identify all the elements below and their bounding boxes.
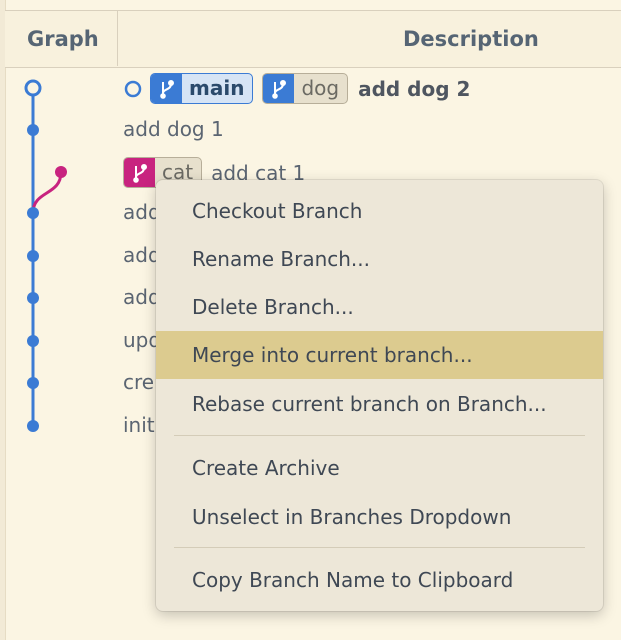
menu-item-delete-branch[interactable]: Delete Branch...: [156, 283, 603, 331]
menu-item-checkout-branch[interactable]: Checkout Branch: [156, 187, 603, 235]
branch-label: main: [189, 76, 245, 100]
commit-row[interactable]: add: [123, 285, 161, 309]
commit-message: add: [123, 200, 161, 224]
branch-context-menu: Checkout Branch Rename Branch... Delete …: [156, 180, 603, 611]
commit-message: add: [123, 285, 161, 309]
branch-icon: [124, 158, 155, 187]
commit-graph: [24, 79, 67, 432]
commit-row[interactable]: init: [123, 413, 155, 437]
commit-message: add dog 1: [123, 117, 224, 141]
menu-item-create-archive[interactable]: Create Archive: [156, 444, 603, 492]
description-column-header[interactable]: Description: [403, 11, 539, 67]
commit-node-icon[interactable]: [55, 166, 67, 178]
menu-separator: [174, 547, 585, 548]
commit-row[interactable]: add: [123, 243, 161, 267]
menu-item-merge-into-current[interactable]: Merge into current branch...: [156, 331, 603, 379]
commit-node-icon[interactable]: [24, 79, 42, 97]
commit-node-icon[interactable]: [27, 420, 39, 432]
menu-item-unselect-in-branches-dropdown[interactable]: Unselect in Branches Dropdown: [156, 493, 603, 541]
commit-node-icon[interactable]: [27, 292, 39, 304]
branch-badge-main[interactable]: main: [150, 73, 254, 104]
commit-message: init: [123, 413, 155, 437]
commit-node-icon[interactable]: [27, 124, 39, 136]
commit-row[interactable]: add: [123, 200, 161, 224]
menu-item-copy-branch-name[interactable]: Copy Branch Name to Clipboard: [156, 556, 603, 604]
commit-row[interactable]: main dog add dog 2: [123, 72, 470, 105]
commit-node-icon[interactable]: [27, 377, 39, 389]
commit-row[interactable]: cre: [123, 370, 154, 394]
menu-item-rebase-current[interactable]: Rebase current branch on Branch...: [156, 380, 603, 428]
commit-row[interactable]: add dog 1: [123, 117, 224, 141]
cat-branch-line: [31, 171, 63, 214]
commit-message: cre: [123, 370, 155, 394]
menu-separator: [174, 435, 585, 436]
commit-node-icon[interactable]: [27, 335, 39, 347]
menu-item-rename-branch[interactable]: Rename Branch...: [156, 235, 603, 283]
commit-message: add dog 2: [358, 76, 471, 101]
commit-node-icon[interactable]: [27, 207, 39, 219]
commit-message: add: [123, 243, 161, 267]
branch-icon: [151, 74, 182, 103]
head-commit-icon: [124, 80, 142, 97]
commit-node-icon[interactable]: [27, 250, 39, 262]
branch-badge-dog[interactable]: dog: [262, 73, 349, 104]
branch-label: dog: [301, 76, 340, 100]
branch-icon: [263, 74, 295, 103]
